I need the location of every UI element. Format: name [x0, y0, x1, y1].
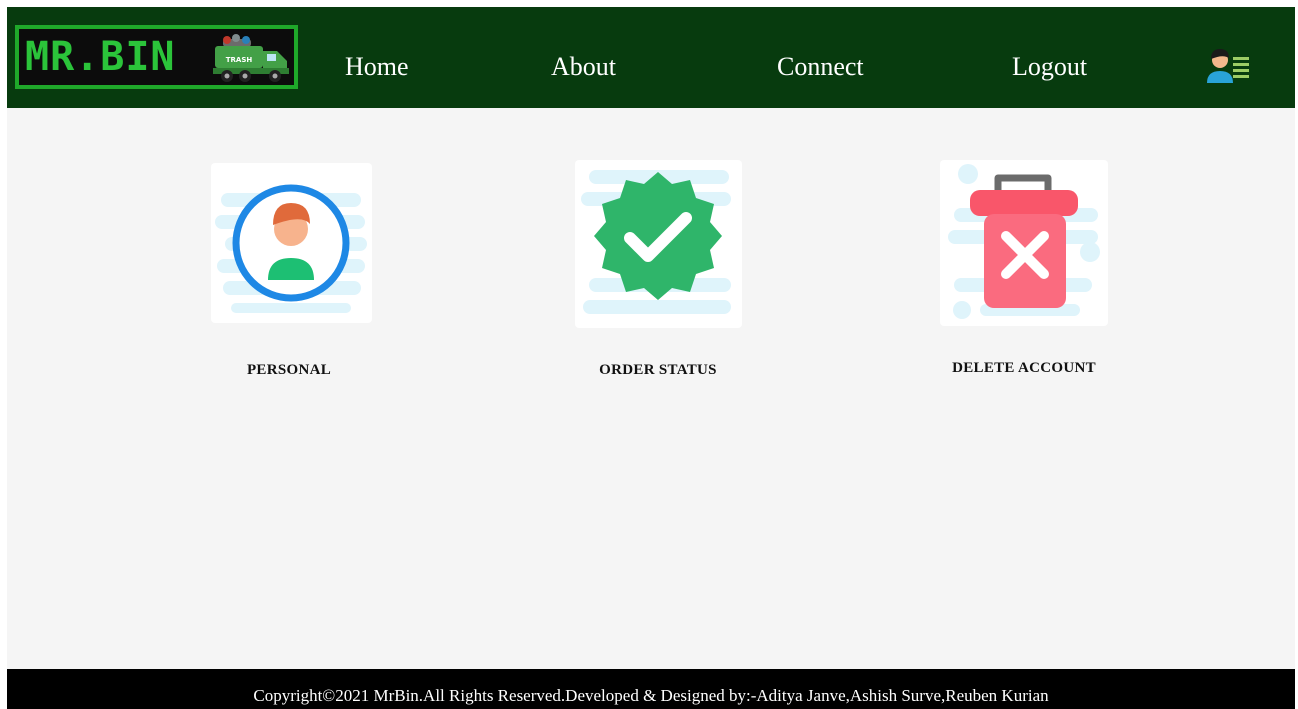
mrbin-logo[interactable]: MR.BIN TRASH [15, 25, 298, 89]
footer-copyright: Copyright©2021 MrBin.All Rights Reserved… [253, 686, 1049, 705]
nav-connect-link[interactable]: Connect [777, 51, 864, 83]
personal-card[interactable]: PERSONAL [211, 162, 381, 392]
order-status-label: ORDER STATUS [599, 362, 717, 378]
checkmark-badge-icon [575, 160, 742, 328]
order-status-card[interactable]: ORDER STATUS [575, 160, 750, 390]
delete-account-card[interactable]: DELETE ACCOUNT [940, 160, 1115, 390]
nav-about-link[interactable]: About [551, 51, 616, 83]
garbage-truck-icon: TRASH [213, 34, 289, 82]
delete-account-label: DELETE ACCOUNT [952, 360, 1096, 376]
nav-logout-link[interactable]: Logout [1012, 51, 1087, 83]
logo-text: MR.BIN [25, 34, 176, 80]
user-menu-icon[interactable] [1203, 45, 1253, 90]
top-navbar: MR.BIN TRASH Home About Connect Logout [7, 7, 1295, 108]
page-footer: Copyright©2021 MrBin.All Rights Reserved… [7, 669, 1295, 709]
trash-bin-x-icon [940, 160, 1108, 326]
svg-text:TRASH: TRASH [226, 56, 253, 64]
nav-home-link[interactable]: Home [345, 51, 409, 83]
user-profile-icon [211, 163, 372, 323]
personal-label: PERSONAL [246, 362, 332, 378]
main-content: PERSONAL ORDER STATUS DELETE ACCOUNT [7, 108, 1295, 669]
